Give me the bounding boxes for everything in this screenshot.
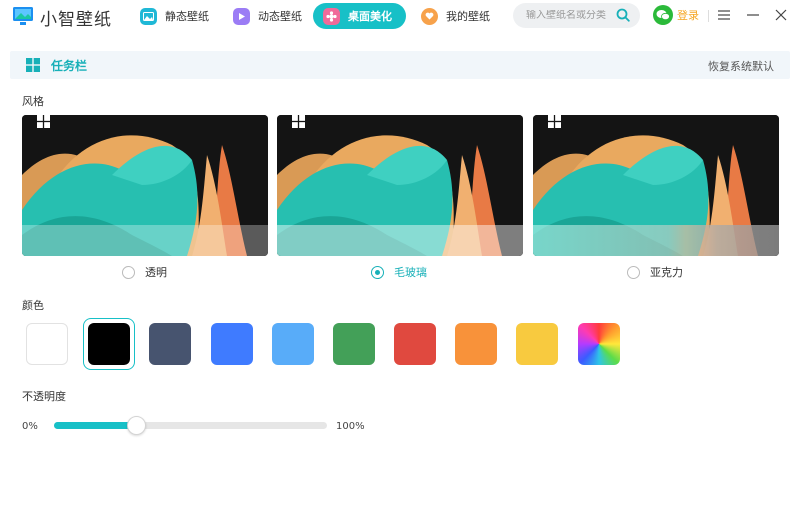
taskbar-section-header: 任务栏 恢复系统默认	[10, 51, 790, 79]
style-preview-acrylic[interactable]	[533, 115, 779, 256]
color-swatch-yellow[interactable]	[516, 323, 558, 365]
search-icon[interactable]	[616, 8, 630, 22]
login-label: 登录	[677, 9, 699, 22]
radio-circle	[371, 265, 384, 279]
my-wallpaper-icon	[421, 7, 438, 25]
color-swatch-slate[interactable]	[149, 323, 191, 365]
opacity-slider-fill	[54, 422, 136, 429]
opacity-min-label: 0%	[22, 421, 38, 432]
style-preview-transparent[interactable]	[22, 115, 268, 256]
windows-icon	[548, 115, 561, 128]
radio-circle	[627, 265, 640, 279]
tab-label: 静态壁纸	[165, 10, 209, 23]
radio-label: 透明	[145, 266, 167, 279]
search-box	[513, 3, 640, 28]
search-input[interactable]	[526, 10, 611, 21]
divider	[708, 10, 709, 22]
login-button[interactable]: 登录	[653, 5, 699, 25]
static-wallpaper-icon	[140, 7, 157, 25]
style-label: 风格	[22, 95, 44, 108]
tab-desktop-beautify[interactable]: 桌面美化	[313, 3, 406, 29]
style-preview-frosted-glass[interactable]	[277, 115, 523, 256]
menu-icon[interactable]	[715, 6, 733, 24]
color-label: 颜色	[22, 299, 44, 312]
app-title: 小智壁纸	[40, 10, 112, 30]
dynamic-wallpaper-icon	[233, 7, 250, 25]
opacity-slider-track[interactable]	[54, 422, 327, 429]
app-logo-icon	[13, 7, 33, 25]
title-bar: 小智壁纸 静态壁纸 动态壁纸 桌面美化 我的壁纸 登录	[0, 0, 800, 33]
radio-label: 毛玻璃	[394, 266, 427, 279]
minimize-icon[interactable]	[744, 6, 762, 24]
color-swatch-black[interactable]	[88, 323, 130, 365]
opacity-label: 不透明度	[22, 390, 66, 403]
radio-label: 亚克力	[650, 266, 683, 279]
tab-label: 动态壁纸	[258, 10, 302, 23]
windows-icon	[292, 115, 305, 128]
opacity-slider-thumb[interactable]	[126, 416, 146, 435]
desktop-beautify-icon	[323, 7, 340, 25]
opacity-max-label: 100%	[336, 421, 365, 432]
wechat-icon	[653, 5, 673, 25]
color-swatch-red[interactable]	[394, 323, 436, 365]
close-icon[interactable]	[772, 6, 790, 24]
taskbar-preview	[533, 225, 779, 256]
color-swatch-rainbow[interactable]	[578, 323, 620, 365]
color-swatch-light-blue[interactable]	[272, 323, 314, 365]
tab-label: 我的壁纸	[446, 10, 490, 23]
windows-icon	[26, 58, 40, 72]
radio-circle	[122, 265, 135, 279]
color-swatch-blue[interactable]	[211, 323, 253, 365]
tab-label: 桌面美化	[348, 10, 392, 23]
windows-icon	[37, 115, 50, 128]
color-swatch-white[interactable]	[26, 323, 68, 365]
radio-frosted-glass[interactable]: 毛玻璃	[371, 264, 427, 280]
taskbar-preview	[277, 225, 523, 256]
radio-transparent[interactable]: 透明	[122, 264, 167, 280]
section-title: 任务栏	[51, 59, 88, 73]
tab-dynamic-wallpaper[interactable]: 动态壁纸	[223, 3, 314, 29]
color-swatch-green[interactable]	[333, 323, 375, 365]
tab-static-wallpaper[interactable]: 静态壁纸	[130, 3, 221, 29]
reset-default-button[interactable]: 恢复系统默认	[708, 58, 774, 74]
taskbar-preview	[22, 225, 268, 256]
tab-my-wallpaper[interactable]: 我的壁纸	[411, 3, 502, 29]
color-swatch-orange[interactable]	[455, 323, 497, 365]
radio-acrylic[interactable]: 亚克力	[627, 264, 683, 280]
